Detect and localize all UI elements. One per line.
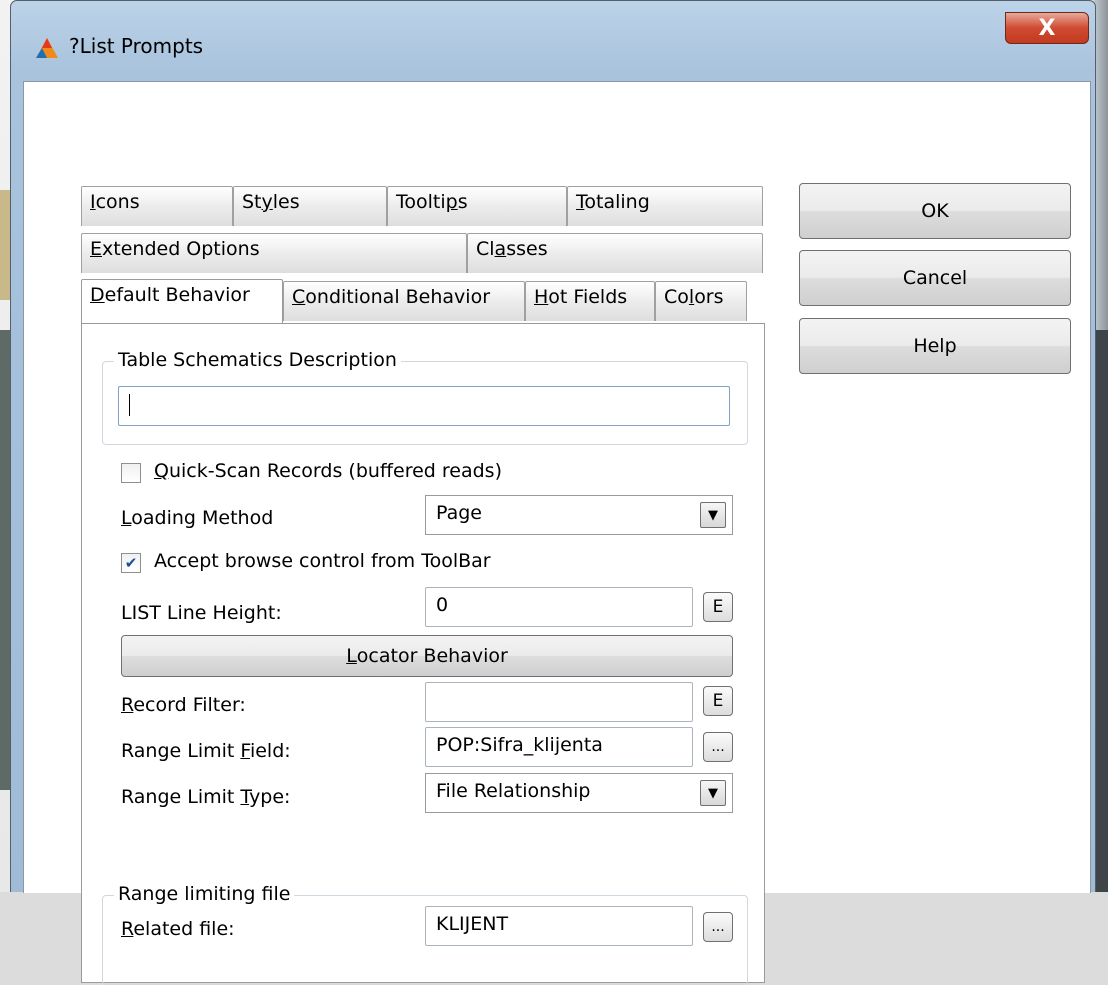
tab-panel-default-behavior: Table Schematics Description Quick-Scan … <box>81 323 765 985</box>
dialog-window: ?List Prompts X Icons Styles Tooltips To… <box>10 0 1096 985</box>
record-filter-input[interactable] <box>425 682 693 722</box>
ok-button[interactable]: OK <box>799 183 1071 239</box>
record-filter-label: Record Filter: <box>121 694 246 716</box>
related-file-input[interactable]: KLIJENT <box>425 906 693 946</box>
close-button[interactable]: X <box>1005 12 1089 44</box>
tab-default-behavior[interactable]: Default Behavior <box>81 279 283 323</box>
tab-icons[interactable]: Icons <box>81 186 233 226</box>
loading-method-label: Loading Method <box>121 507 274 529</box>
title-bar[interactable]: ?List Prompts X <box>11 1 1095 81</box>
window-title: ?List Prompts <box>69 34 204 58</box>
range-limit-field-input[interactable]: POP:Sifra_klijenta <box>425 727 693 767</box>
range-limit-type-label: Range Limit Type: <box>121 786 291 808</box>
checkmark-icon: ✔ <box>124 554 138 572</box>
range-file-legend: Range limiting file <box>114 883 295 905</box>
quick-scan-checkbox[interactable] <box>121 463 141 483</box>
locator-behavior-button[interactable]: Locator Behavior <box>121 635 733 677</box>
tab-colors[interactable]: Colors <box>655 281 747 321</box>
help-button[interactable]: Help <box>799 318 1071 374</box>
record-filter-expression-button[interactable]: E <box>703 686 733 716</box>
related-file-label: Related file: <box>121 918 235 940</box>
tab-styles[interactable]: Styles <box>233 186 387 226</box>
tab-hot-fields[interactable]: Hot Fields <box>525 281 655 321</box>
chevron-down-icon[interactable]: ▼ <box>700 502 726 528</box>
tab-extended-options[interactable]: Extended Options <box>81 233 467 273</box>
tab-classes[interactable]: Classes <box>467 233 763 273</box>
tab-totaling[interactable]: Totaling <box>567 186 763 226</box>
accept-browse-checkbox[interactable]: ✔ <box>121 553 141 573</box>
dialog-client-area: Icons Styles Tooltips Totaling Extended … <box>23 81 1091 985</box>
cancel-button[interactable]: Cancel <box>799 250 1071 306</box>
range-limit-field-label: Range Limit Field: <box>121 740 291 762</box>
range-limit-field-lookup-button[interactable]: ... <box>703 732 733 762</box>
app-logo-icon <box>36 38 58 58</box>
loading-method-select[interactable]: Page ▼ <box>425 495 733 535</box>
schematics-description-input[interactable] <box>118 386 730 426</box>
tab-tooltips[interactable]: Tooltips <box>387 186 567 226</box>
line-height-label: LIST Line Height: <box>121 602 282 624</box>
accept-browse-label: Accept browse control from ToolBar <box>154 550 491 572</box>
close-icon: X <box>1038 15 1056 41</box>
quick-scan-label: Quick-Scan Records (buffered reads) <box>154 460 502 482</box>
chevron-down-icon[interactable]: ▼ <box>700 780 726 806</box>
background-window-right <box>1094 0 1108 892</box>
related-file-lookup-button[interactable]: ... <box>703 912 733 942</box>
line-height-expression-button[interactable]: E <box>703 592 733 622</box>
schematics-legend: Table Schematics Description <box>114 349 401 371</box>
line-height-input[interactable]: 0 <box>425 587 693 627</box>
range-limit-type-select[interactable]: File Relationship ▼ <box>425 773 733 813</box>
tab-conditional-behavior[interactable]: Conditional Behavior <box>283 281 525 321</box>
